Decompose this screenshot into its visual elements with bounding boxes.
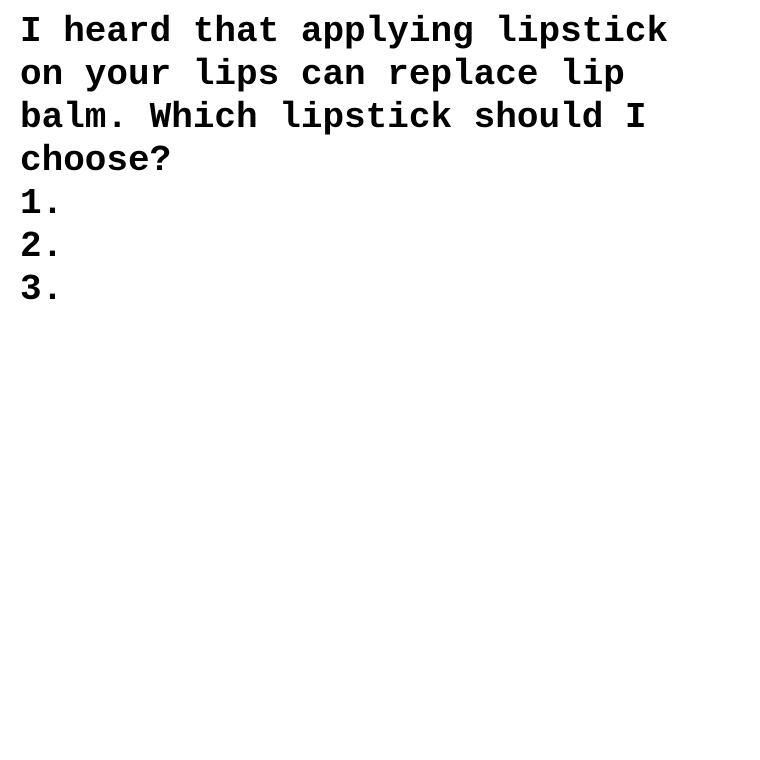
question-line: balm. Which lipstick should I bbox=[20, 97, 647, 138]
list-item: 3. bbox=[20, 269, 64, 310]
question-line: I heard that applying lipstick bbox=[20, 11, 669, 52]
numbered-list: 1. 2. 3. bbox=[20, 182, 750, 311]
document-page: I heard that applying lipstick on your l… bbox=[20, 10, 750, 311]
question-line: on your lips can replace lip bbox=[20, 54, 625, 95]
question-line: choose? bbox=[20, 140, 172, 181]
list-item: 2. bbox=[20, 226, 64, 267]
list-item: 1. bbox=[20, 183, 64, 224]
question-text: I heard that applying lipstick on your l… bbox=[20, 10, 750, 182]
